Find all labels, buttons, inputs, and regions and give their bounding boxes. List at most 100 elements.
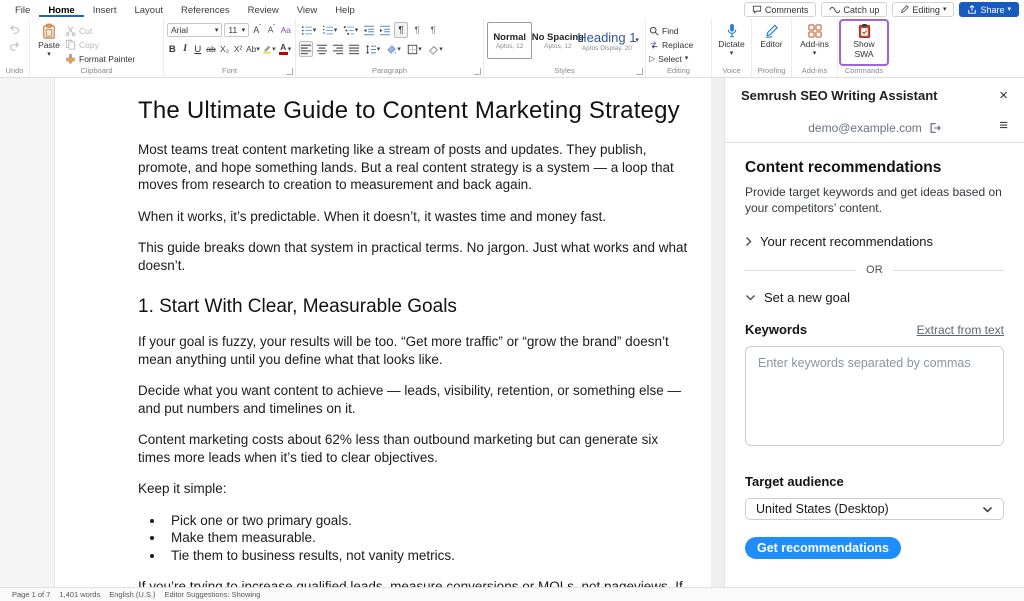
chevron-down-icon: ▾ [397, 46, 401, 53]
justify-icon [348, 44, 360, 55]
text-effects-button[interactable]: Ab▾ [246, 41, 260, 57]
style-normal[interactable]: Normal Aptos, 12 [487, 22, 532, 59]
show-swa-button[interactable]: Show SWA [848, 21, 880, 65]
highlighter-icon [262, 44, 272, 54]
style-no-spacing[interactable]: No Spacing Aptos, 12 [534, 22, 581, 59]
scissors-icon [65, 26, 76, 36]
cut-button[interactable]: Cut [65, 24, 135, 37]
set-new-goal-toggle[interactable]: Set a new goal [745, 290, 1004, 305]
language-indicator[interactable]: English (U.S.) [109, 590, 155, 599]
shrink-font-button[interactable]: Aˇ [265, 22, 277, 38]
logout-icon[interactable] [928, 122, 941, 134]
justify-button[interactable] [347, 41, 361, 57]
dialog-launcher-icon[interactable] [474, 68, 481, 75]
menu-references[interactable]: References [172, 3, 239, 17]
extract-from-text-link[interactable]: Extract from text [917, 323, 1004, 337]
copy-button[interactable]: Copy [65, 38, 135, 51]
group-label-undo: Undo [3, 65, 26, 77]
bullet-list-button[interactable]: ▾ [299, 22, 318, 38]
menu-review[interactable]: Review [239, 3, 288, 17]
bullet-list-icon [301, 25, 313, 36]
chevron-down-icon: ▾ [256, 46, 260, 53]
close-icon[interactable]: × [999, 88, 1008, 103]
get-recommendations-button[interactable]: Get recommendations [745, 537, 901, 559]
align-left-button[interactable] [299, 41, 313, 57]
group-label-clipboard: Clipboard [33, 65, 160, 77]
word-count[interactable]: 1,401 words [59, 590, 100, 599]
underline-button[interactable]: U [192, 41, 203, 57]
ribbon-group-clipboard: Paste ▾ Cut Copy Format Painter [30, 19, 164, 77]
italic-button[interactable]: I [180, 41, 191, 57]
borders-button[interactable]: ▾ [405, 41, 424, 57]
section-description: Provide target keywords and get ideas ba… [745, 184, 1004, 216]
paste-button[interactable]: Paste ▾ [33, 21, 65, 65]
dialog-launcher-icon[interactable] [286, 68, 293, 75]
paint-bucket-button[interactable]: ▾ [426, 41, 445, 57]
keywords-input[interactable] [745, 346, 1004, 446]
subscript-button[interactable]: X₂ [219, 41, 231, 57]
add-ins-button[interactable]: Add-ins ▾ [799, 21, 831, 65]
editor-button[interactable]: Editor [756, 21, 788, 65]
document-page[interactable]: The Ultimate Guide to Content Marketing … [55, 78, 711, 587]
comments-button[interactable]: Comments [744, 2, 817, 17]
decrease-indent-button[interactable] [362, 22, 376, 38]
account-email: demo@example.com [808, 121, 922, 135]
align-center-button[interactable] [315, 41, 329, 57]
format-painter-button[interactable]: Format Painter [65, 52, 135, 65]
group-label-voice: Voice [715, 65, 748, 77]
menu-home[interactable]: Home [39, 3, 83, 17]
share-button[interactable]: Share ▾ [959, 2, 1019, 17]
select-button[interactable]: ▷ Select ▾ [649, 52, 708, 65]
multilevel-list-button[interactable]: ▾ [341, 22, 360, 38]
rtl-direction-button[interactable]: ¶ [426, 22, 440, 38]
menu-view[interactable]: View [288, 3, 326, 17]
chevron-down-icon: ▾ [355, 27, 359, 34]
decrease-indent-icon [363, 25, 375, 36]
document-paragraph: If you’re trying to increase qualified l… [138, 578, 689, 587]
highlight-color-button[interactable]: ▾ [262, 41, 276, 57]
chevron-down-icon [745, 294, 756, 301]
font-size-combo[interactable]: 11▾ [224, 23, 249, 37]
panel-title: Semrush SEO Writing Assistant [741, 88, 938, 103]
line-spacing-button[interactable]: ▾ [363, 41, 382, 57]
numbered-list-button[interactable]: ▾ [320, 22, 339, 38]
strikethrough-button[interactable]: ab [205, 41, 217, 57]
redo-button[interactable] [8, 38, 22, 54]
dialog-launcher-icon[interactable] [636, 68, 643, 75]
shading-button[interactable]: ▾ [384, 41, 403, 57]
font-name-combo[interactable]: Arial▾ [167, 23, 222, 37]
show-formatting-marks-button[interactable]: ¶ [394, 22, 408, 38]
chevron-down-icon [982, 506, 993, 513]
bold-button[interactable]: B [167, 41, 178, 57]
menu-file[interactable]: File [6, 3, 39, 17]
catch-up-button[interactable]: Catch up [821, 2, 887, 17]
undo-button[interactable] [8, 21, 22, 37]
menu-layout[interactable]: Layout [125, 3, 172, 17]
align-right-button[interactable] [331, 41, 345, 57]
styles-gallery-expand-button[interactable]: ▾ [632, 22, 642, 59]
target-audience-select[interactable]: United States (Desktop) [745, 498, 1004, 520]
ltr-direction-button[interactable]: ¶ [410, 22, 424, 38]
hamburger-menu-icon[interactable]: ≡ [999, 117, 1008, 134]
copy-icon [65, 39, 76, 50]
page-count[interactable]: Page 1 of 7 [12, 590, 50, 599]
font-color-button[interactable]: A ▾ [278, 41, 292, 57]
add-ins-grid-icon [807, 23, 823, 39]
document-paragraph: This guide breaks down that system in pr… [138, 239, 689, 274]
find-button[interactable]: Find [649, 24, 708, 37]
menu-help[interactable]: Help [326, 3, 364, 17]
rtl-pilcrow-icon: ¶ [431, 25, 436, 35]
editor-suggestions-indicator[interactable]: Editor Suggestions: Showing [165, 590, 261, 599]
menu-insert[interactable]: Insert [84, 3, 126, 17]
superscript-button[interactable]: X² [232, 41, 244, 57]
dictate-button[interactable]: Dictate ▾ [716, 21, 748, 65]
editing-mode-button[interactable]: Editing ▾ [892, 2, 954, 17]
chevron-down-icon: ▾ [418, 46, 422, 53]
recent-recommendations-toggle[interactable]: Your recent recommendations [745, 234, 1004, 249]
grow-font-button[interactable]: Aˆ [251, 22, 263, 38]
increase-indent-button[interactable] [378, 22, 392, 38]
chevron-right-icon [745, 236, 752, 247]
replace-button[interactable]: Replace [649, 38, 708, 51]
clear-formatting-button[interactable]: Aa [280, 22, 292, 38]
style-heading-1[interactable]: Heading 1 Aptos Display, 20 [583, 22, 630, 59]
